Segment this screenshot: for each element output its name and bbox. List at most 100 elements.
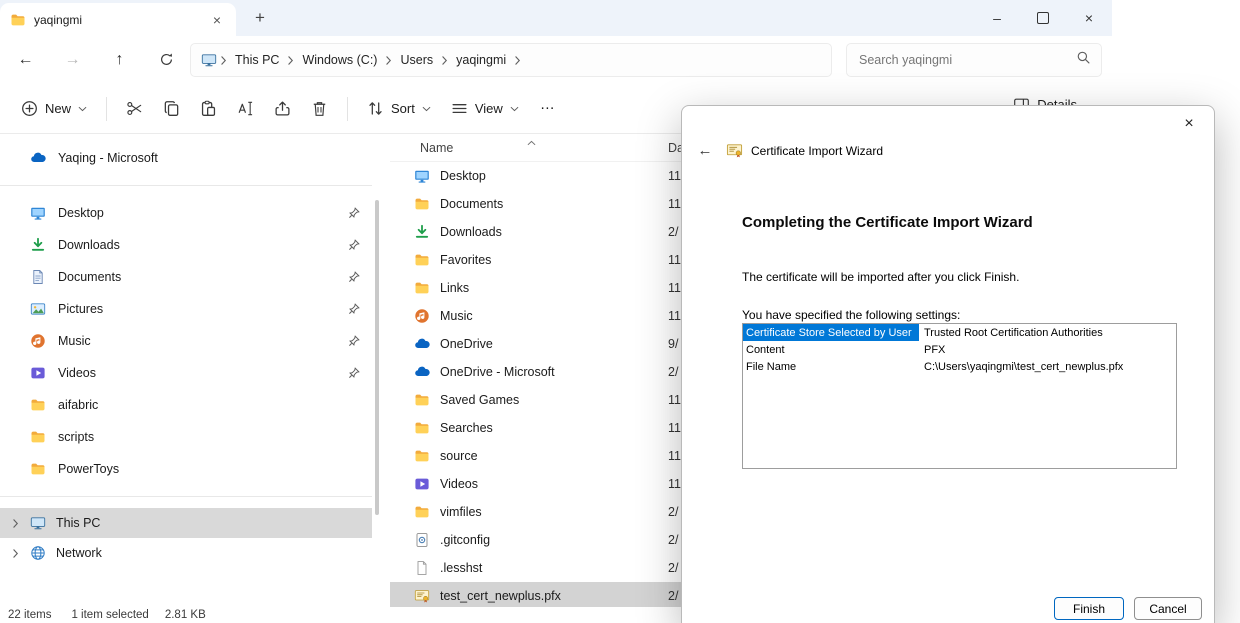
sidebar-item-documents[interactable]: Documents [0, 261, 372, 293]
chevron-right-icon [513, 55, 522, 66]
sidebar-item-scripts[interactable]: scripts [0, 421, 372, 453]
pin-icon [348, 271, 360, 283]
sidebar-item-downloads[interactable]: Downloads [0, 229, 372, 261]
address-bar[interactable]: This PC Windows (C:) Users yaqingmi [190, 43, 832, 77]
forward-button[interactable]: → [49, 51, 96, 69]
sidebar-item-network[interactable]: Network [0, 538, 372, 568]
setting-key: File Name [743, 358, 919, 375]
folder-icon [414, 196, 430, 212]
certificate-icon [414, 588, 430, 604]
folder-icon [414, 280, 430, 296]
breadcrumb-segment-yaqingmi[interactable]: yaqingmi [449, 53, 513, 67]
search-icon[interactable] [1076, 50, 1091, 70]
file-date-modified: 11 [668, 253, 681, 267]
settings-row[interactable]: ContentPFX [743, 341, 1176, 358]
chevron-right-icon[interactable] [12, 548, 20, 559]
settings-row[interactable]: Certificate Store Selected by UserTruste… [743, 324, 1176, 341]
copy-icon [163, 100, 180, 117]
file-date-modified: 11 [668, 477, 681, 491]
search-box[interactable] [846, 43, 1102, 77]
sidebar-item-aifabric[interactable]: aifabric [0, 389, 372, 421]
new-button[interactable]: New [12, 94, 96, 123]
breadcrumb-segment-this-pc[interactable]: This PC [228, 53, 286, 67]
chevron-right-icon [219, 55, 228, 66]
sort-button-label: Sort [391, 101, 415, 116]
cut-button[interactable] [117, 94, 152, 123]
cancel-button[interactable]: Cancel [1134, 597, 1202, 620]
rename-button[interactable] [228, 94, 263, 123]
sidebar-item-videos[interactable]: Videos [0, 357, 372, 389]
chevron-right-icon[interactable] [12, 518, 20, 529]
sidebar-item-onedrive[interactable]: Yaqing - Microsoft [0, 142, 372, 174]
sidebar-scrollbar[interactable] [375, 200, 379, 515]
sort-icon [367, 100, 384, 117]
sort-button[interactable]: Sort [358, 94, 440, 123]
file-date-modified: 2/ [668, 589, 678, 603]
sidebar-item-this-pc[interactable]: This PC [0, 508, 372, 538]
network-icon [30, 545, 46, 561]
sidebar-item-label: Network [56, 546, 102, 560]
file-date-modified: 11 [668, 449, 681, 463]
folder-icon [414, 392, 430, 408]
downloads-icon [30, 237, 46, 253]
monitor-icon [30, 515, 46, 531]
close-button[interactable]: × [1066, 0, 1112, 36]
file-name: Downloads [440, 225, 502, 239]
sidebar-tree: This PC Network [0, 508, 372, 568]
settings-row[interactable]: File NameC:\Users\yaqingmi\test_cert_new… [743, 358, 1176, 375]
folder-icon [414, 448, 430, 464]
sidebar-item-powertoys[interactable]: PowerToys [0, 453, 372, 485]
tab-bar: yaqingmi × + – × [0, 0, 1112, 36]
new-tab-button[interactable]: + [248, 6, 272, 30]
delete-button[interactable] [302, 94, 337, 123]
file-date-modified: 2/ [668, 533, 678, 547]
folder-icon [30, 397, 46, 413]
trash-icon [311, 100, 328, 117]
status-selection-size: 2.81 KB [165, 609, 206, 621]
sidebar-item-pictures[interactable]: Pictures [0, 293, 372, 325]
up-button[interactable]: ↑ [96, 51, 143, 69]
explorer-tab[interactable]: yaqingmi × [0, 3, 236, 36]
pictures-icon [30, 301, 46, 317]
column-header-name[interactable]: Name [390, 141, 453, 155]
paste-button[interactable] [191, 94, 226, 123]
breadcrumb-segment-users[interactable]: Users [393, 53, 440, 67]
status-bar: 22 items 1 item selected 2.81 KB [0, 607, 700, 623]
sidebar-item-label: PowerToys [58, 462, 119, 476]
ellipsis-icon: … [540, 96, 555, 113]
window-controls: – × [974, 0, 1112, 36]
chevron-down-icon [510, 106, 519, 112]
share-button[interactable] [265, 94, 300, 123]
breadcrumb-segment-windows-c[interactable]: Windows (C:) [295, 53, 384, 67]
view-button[interactable]: View [442, 94, 528, 123]
sidebar-item-label: Downloads [58, 238, 120, 252]
view-button-label: View [475, 101, 503, 116]
sidebar-item-label: Documents [58, 270, 121, 284]
sidebar-item-music[interactable]: Music [0, 325, 372, 357]
file-name: Links [440, 281, 469, 295]
more-options-button[interactable]: … [530, 94, 565, 123]
file-name: .gitconfig [440, 533, 490, 547]
file-name: vimfiles [440, 505, 482, 519]
pin-icon [348, 239, 360, 251]
refresh-button[interactable] [143, 51, 190, 69]
wizard-settings-table[interactable]: Certificate Store Selected by UserTruste… [742, 323, 1177, 469]
maximize-icon [1037, 12, 1049, 24]
chevron-right-icon [286, 55, 295, 66]
back-button[interactable]: ← [2, 51, 49, 69]
file-date-modified: 11 [668, 309, 681, 323]
tab-close-icon[interactable]: × [208, 12, 226, 28]
minimize-button[interactable]: – [974, 0, 1020, 36]
desktop-icon [30, 205, 46, 221]
finish-button[interactable]: Finish [1054, 597, 1124, 620]
copy-button[interactable] [154, 94, 189, 123]
maximize-button[interactable] [1020, 0, 1066, 36]
dialog-back-button[interactable]: ← [692, 142, 718, 159]
dialog-header: ← Certificate Import Wizard [692, 142, 883, 159]
file-date-modified: 11 [668, 421, 681, 435]
setting-key: Content [743, 341, 919, 358]
sidebar-item-desktop[interactable]: Desktop [0, 197, 372, 229]
dialog-close-button[interactable]: × [1172, 111, 1206, 137]
search-input[interactable] [857, 52, 1068, 68]
setting-value: PFX [919, 344, 945, 356]
